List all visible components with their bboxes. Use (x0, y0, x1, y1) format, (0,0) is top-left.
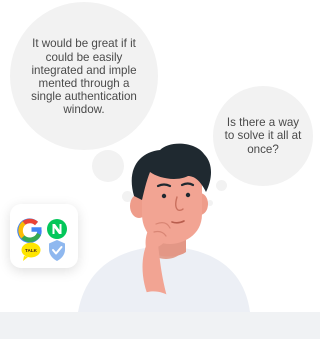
kakao-talk-icon: TALK (21, 242, 41, 261)
login-providers-card: TALK (10, 204, 78, 268)
illustration-scene: It would be great if it could be easily … (0, 0, 320, 339)
google-icon (17, 218, 42, 243)
thinking-person-illustration (78, 143, 250, 312)
naver-icon (47, 219, 67, 239)
svg-text:TALK: TALK (25, 248, 38, 253)
shield-check-icon (49, 240, 65, 261)
